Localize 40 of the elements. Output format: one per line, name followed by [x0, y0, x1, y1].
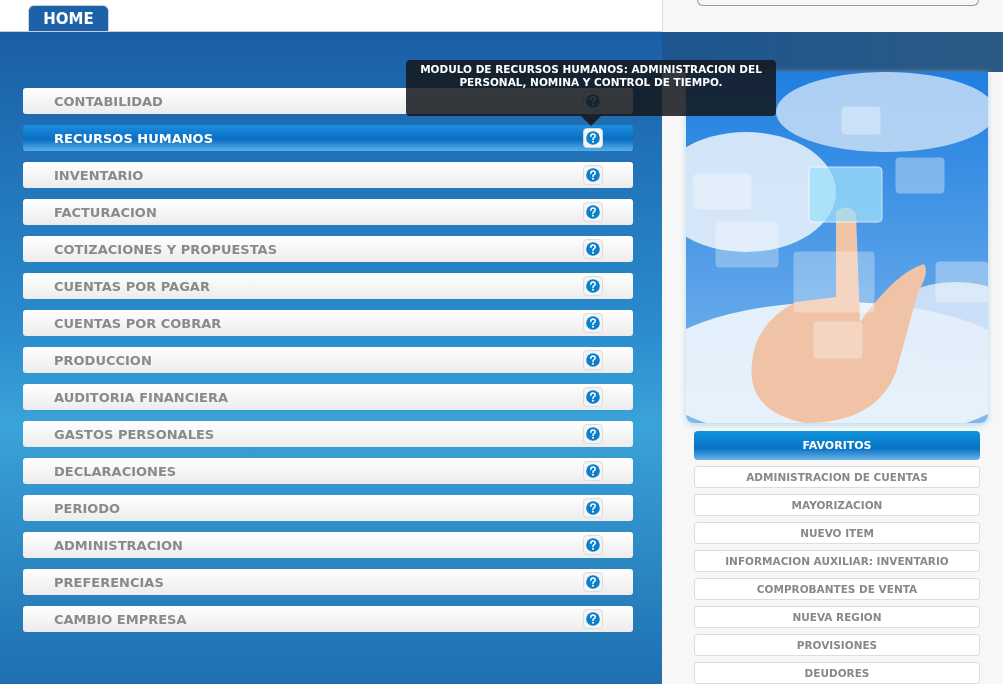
module-item[interactable]: INVENTARIO: [23, 162, 633, 188]
module-label: PREFERENCIAS: [54, 574, 164, 590]
module-item[interactable]: COTIZACIONES Y PROPUESTAS: [23, 236, 633, 262]
module-label: ADMINISTRACION: [54, 537, 183, 553]
module-label: RECURSOS HUMANOS: [54, 130, 214, 146]
module-label: AUDITORIA FINANCIERA: [54, 389, 229, 405]
module-item[interactable]: AUDITORIA FINANCIERA: [23, 384, 633, 410]
favorite-link[interactable]: DEUDORES: [694, 662, 980, 684]
module-label: DECLARACIONES: [54, 463, 177, 479]
favorite-link[interactable]: NUEVA REGION: [694, 606, 980, 628]
module-label: CAMBIO EMPRESA: [54, 611, 187, 627]
module-label: CUENTAS POR PAGAR: [54, 278, 210, 294]
module-item[interactable]: PREFERENCIAS: [23, 569, 633, 595]
favorites-header: FAVORITOS: [694, 431, 980, 460]
module-label: INVENTARIO: [54, 167, 144, 183]
module-label: CUENTAS POR COBRAR: [54, 315, 222, 331]
module-label: FACTURACION: [54, 204, 157, 220]
module-item[interactable]: CAMBIO EMPRESA: [23, 606, 633, 632]
module-item[interactable]: CUENTAS POR PAGAR: [23, 273, 633, 299]
home-tab[interactable]: HOME: [28, 5, 109, 31]
module-item[interactable]: PRODUCCION: [23, 347, 633, 373]
module-label: GASTOS PERSONALES: [54, 426, 215, 442]
favorite-link[interactable]: MAYORIZACION: [694, 494, 980, 516]
favorite-link[interactable]: INFORMACION AUXILIAR: INVENTARIO: [694, 550, 980, 572]
module-label: COTIZACIONES Y PROPUESTAS: [54, 241, 277, 257]
module-item[interactable]: FACTURACION: [23, 199, 633, 225]
favorite-link[interactable]: COMPROBANTES DE VENTA: [694, 578, 980, 600]
tooltip-text: MODULO DE RECURSOS HUMANOS: ADMINISTRACION DEL PERSONAL, NOMINA Y CONTROL DE TIEMPO.: [419, 63, 763, 89]
module-item[interactable]: CUENTAS POR COBRAR: [23, 310, 633, 336]
favorite-link[interactable]: PROVISIONES: [694, 634, 980, 656]
module-item[interactable]: ADMINISTRACION: [23, 532, 633, 558]
module-item[interactable]: RECURSOS HUMANOS: [23, 125, 633, 151]
module-item[interactable]: GASTOS PERSONALES: [23, 421, 633, 447]
favorite-link[interactable]: NUEVO ITEM: [694, 522, 980, 544]
favorite-link[interactable]: ADMINISTRACION DE CUENTAS: [694, 466, 980, 488]
module-label: PERIODO: [54, 500, 121, 516]
module-label: CONTABILIDAD: [54, 93, 163, 109]
module-label: PRODUCCION: [54, 352, 152, 368]
module-item[interactable]: DECLARACIONES: [23, 458, 633, 484]
module-item[interactable]: PERIODO: [23, 495, 633, 521]
